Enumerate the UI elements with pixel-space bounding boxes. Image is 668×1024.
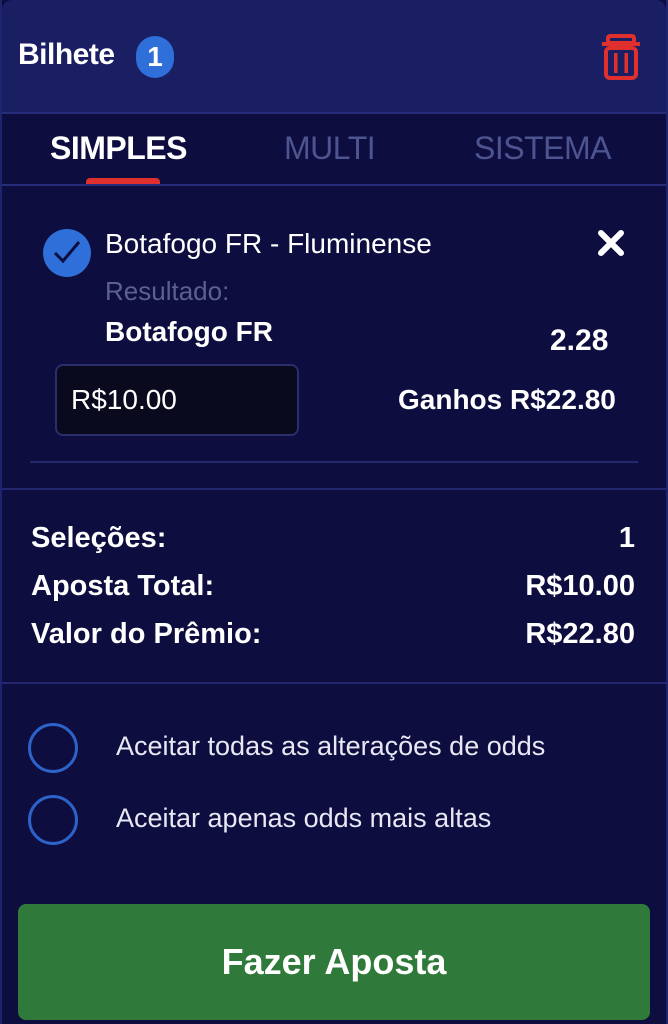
market-label: Resultado: (105, 276, 230, 306)
trash-icon[interactable] (602, 34, 640, 80)
section-divider (2, 488, 666, 490)
tab-multi[interactable]: MULTI (284, 130, 376, 167)
summary-total-stake-value: R$10.00 (525, 570, 635, 602)
summary-prize-label: Valor do Prêmio: (31, 618, 262, 650)
accept-all-odds-label[interactable]: Aceitar todas as alterações de odds (116, 731, 545, 762)
bet-type-tabs: SIMPLES MULTI SISTEMA (2, 112, 666, 186)
selected-outcome: Botafogo FR (105, 316, 273, 347)
stake-input[interactable] (55, 364, 299, 436)
odds-value: 2.28 (550, 324, 609, 357)
selection-count-badge: 1 (136, 36, 174, 78)
accept-all-odds-radio[interactable] (28, 723, 78, 773)
accept-higher-odds-radio[interactable] (28, 795, 78, 845)
active-tab-indicator (86, 178, 160, 184)
checkmark-icon[interactable] (42, 228, 92, 278)
summary-divider (2, 682, 666, 684)
match-name: Botafogo FR - Fluminense (105, 228, 432, 259)
summary-total-stake-label: Aposta Total: (31, 570, 215, 602)
accept-higher-odds-label[interactable]: Aceitar apenas odds mais altas (116, 803, 491, 834)
bet-slip-title: Bilhete (18, 38, 115, 71)
summary-prize-value: R$22.80 (525, 618, 635, 650)
close-icon[interactable] (596, 228, 626, 258)
tab-sistema[interactable]: SISTEMA (474, 130, 611, 167)
bet-slip-panel: Bilhete 1 SIMPLES MULTI SISTEMA Botafogo… (0, 0, 668, 1024)
summary-selections-value: 1 (618, 522, 635, 554)
tab-simples[interactable]: SIMPLES (50, 130, 187, 167)
bet-slip-header: Bilhete 1 (2, 0, 666, 114)
summary-selections-label: Seleções: (31, 522, 167, 554)
place-bet-button[interactable]: Fazer Aposta (18, 904, 650, 1020)
potential-winnings: Ganhos R$22.80 (398, 384, 616, 415)
selection-divider (30, 461, 638, 463)
